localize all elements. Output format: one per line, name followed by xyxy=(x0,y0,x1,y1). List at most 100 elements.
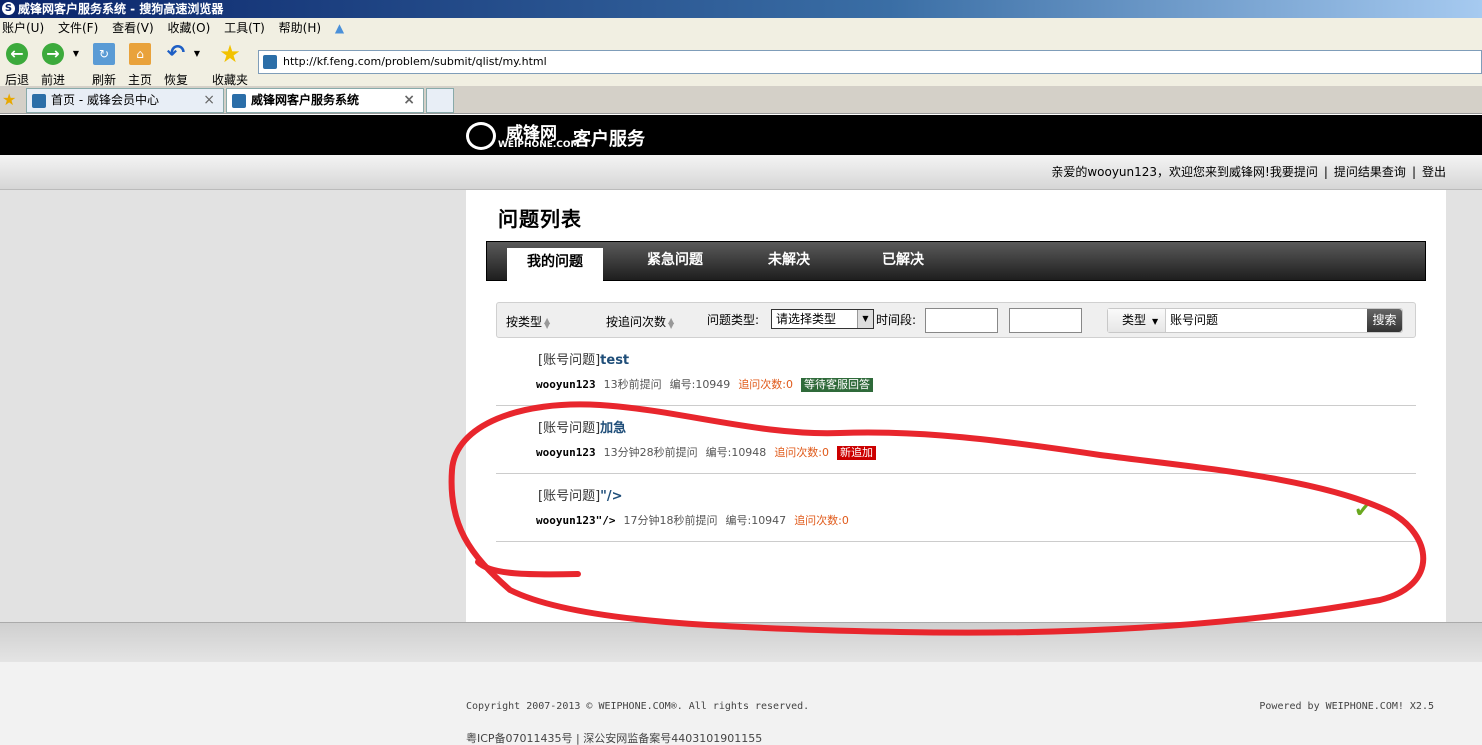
question-user: wooyun123 xyxy=(536,446,596,459)
sort-arrows-icon: ▲ ▼ xyxy=(544,315,551,330)
window-title: 威锋网客户服务系统 - 搜狗高速浏览器 xyxy=(18,2,224,16)
tab-urgent[interactable]: 紧急问题 xyxy=(627,242,723,282)
powered-by: Powered by WEIPHONE.COM! X2.5 xyxy=(1259,701,1434,712)
menu-favorites[interactable]: 收藏(O) xyxy=(168,21,211,35)
back-arrow-icon: ← xyxy=(6,43,28,65)
menu-help[interactable]: 帮助(H) xyxy=(279,21,321,35)
search-button[interactable]: 搜索 xyxy=(1367,309,1402,332)
question-title[interactable]: [账号问题]"/> xyxy=(538,485,623,504)
back-button[interactable]: ← 后退 xyxy=(4,43,30,88)
menu-file[interactable]: 文件(F) xyxy=(58,21,98,35)
page-background-right xyxy=(1446,190,1482,622)
end-date-input[interactable] xyxy=(1009,308,1082,333)
question-title-text[interactable]: test xyxy=(600,353,629,368)
question-meta: wooyun123 13秒前提问 编号:10949 追问次数:0 等待客服回答 xyxy=(536,376,874,392)
tab-my-questions[interactable]: 我的问题 xyxy=(507,248,603,282)
resolved-check-icon: ✔ xyxy=(1354,498,1373,523)
page-title: 问题列表 xyxy=(498,207,582,231)
new-tab-button[interactable] xyxy=(426,88,454,113)
ask-question-link[interactable]: 我要提问 xyxy=(1270,165,1318,179)
sort-by-type[interactable]: 按类型 ▲ ▼ xyxy=(506,313,550,330)
question-title-text[interactable]: "/> xyxy=(600,489,622,504)
restore-dropdown-icon[interactable]: ▼ xyxy=(192,49,202,58)
welcome-text: 亲爱的wooyun123，欢迎您来到威锋网! xyxy=(1051,165,1270,179)
question-item: [账号问题]"/> wooyun123"/> 17分钟18秒前提问 编号:10947… xyxy=(496,474,1416,542)
question-item: [账号问题]test wooyun123 13秒前提问 编号:10949 追问次数:0… xyxy=(496,338,1416,406)
status-badge: 等待客服回答 xyxy=(801,378,874,392)
close-icon[interactable]: × xyxy=(203,89,215,112)
search-box: 类型 ▼ 账号问题 搜索 xyxy=(1107,308,1403,333)
question-tag: [账号问题] xyxy=(538,421,601,436)
brand-service: 客户服务 xyxy=(573,129,645,150)
question-user: wooyun123"/> xyxy=(536,514,616,527)
sort-type-label: 按类型 xyxy=(506,315,543,329)
browser-toolbar: ← 后退 → 前进 ▼ ↻ 刷新 ⌂ 主页 ↶ 恢复 ▼ ★ 收藏夹 http:… xyxy=(0,39,1482,88)
user-bar: 亲爱的wooyun123，欢迎您来到威锋网!我要提问 | 提问结果查询 | 登出 xyxy=(0,155,1482,190)
sort-count-label: 按追问次数 xyxy=(606,315,667,329)
followup-count: 追问次数:0 xyxy=(794,514,849,527)
address-url: http://kf.feng.com/problem/submit/qlist/… xyxy=(283,55,547,68)
sort-arrows-icon: ▲ ▼ xyxy=(668,315,675,330)
brand-en: WEIPHONE.COM xyxy=(498,140,580,150)
forward-arrow-icon: → xyxy=(42,43,64,65)
tab-resolved[interactable]: 已解决 xyxy=(855,242,951,282)
tab-member-center[interactable]: 首页 - 威锋会员中心 × xyxy=(26,88,224,113)
close-icon[interactable]: × xyxy=(403,89,415,112)
question-id: 编号:10949 xyxy=(669,378,731,391)
home-button[interactable]: ⌂ 主页 xyxy=(126,43,154,88)
followup-count: 追问次数:0 xyxy=(738,378,794,391)
home-icon: ⌂ xyxy=(129,43,151,65)
separator: | xyxy=(1323,165,1328,179)
footer-divider-bar xyxy=(0,622,1482,662)
question-tag: [账号问题] xyxy=(538,489,601,504)
forward-button[interactable]: → 前进 xyxy=(39,43,67,88)
page-background-left xyxy=(0,190,466,622)
search-input[interactable]: 账号问题 xyxy=(1170,309,1366,332)
main-content: 问题列表 我的问题 紧急问题 未解决 已解决 按类型 ▲ ▼ 按追问次数 ▲ ▼ 问题类… xyxy=(466,190,1446,622)
type-select[interactable]: 请选择类型 ▼ xyxy=(771,309,874,329)
question-id: 编号:10947 xyxy=(725,514,787,527)
refresh-button[interactable]: ↻ 刷新 xyxy=(90,43,118,88)
type-label: 问题类型: xyxy=(707,313,760,327)
start-date-input[interactable] xyxy=(925,308,998,333)
question-time: 17分钟18秒前提问 xyxy=(623,514,718,527)
question-title-text[interactable]: 加急 xyxy=(600,421,626,436)
refresh-icon: ↻ xyxy=(93,43,115,65)
question-title[interactable]: [账号问题]加急 xyxy=(538,417,626,436)
sort-by-count[interactable]: 按追问次数 ▲ ▼ xyxy=(606,313,674,330)
site-favicon xyxy=(263,55,277,69)
menu-account[interactable]: 账户(U) xyxy=(2,21,44,35)
separator: | xyxy=(1411,165,1416,179)
logout-link[interactable]: 登出 xyxy=(1422,165,1446,179)
chevron-down-icon: ▼ xyxy=(1152,317,1159,326)
question-tag: [账号问题] xyxy=(538,353,601,368)
menu-tools[interactable]: 工具(T) xyxy=(224,21,265,35)
window-title-bar: S 威锋网客户服务系统 - 搜狗高速浏览器 xyxy=(0,0,1482,18)
undo-icon: ↶ xyxy=(166,41,186,66)
shirt-icon[interactable]: ▲ xyxy=(335,21,344,35)
chevron-down-icon: ▼ xyxy=(857,310,873,328)
favorite-star-icon[interactable]: ★ xyxy=(2,90,16,109)
copyright: Copyright 2007-2013 © WEIPHONE.COM®. All… xyxy=(466,701,810,712)
tab-unresolved[interactable]: 未解决 xyxy=(741,242,837,282)
query-results-link[interactable]: 提问结果查询 xyxy=(1334,165,1406,179)
address-bar[interactable]: http://kf.feng.com/problem/submit/qlist/… xyxy=(258,50,1482,74)
time-label: 时间段: xyxy=(876,313,917,327)
question-time: 13分钟28秒前提问 xyxy=(603,446,698,459)
menu-view[interactable]: 查看(V) xyxy=(112,21,154,35)
forward-dropdown-icon[interactable]: ▼ xyxy=(70,49,82,58)
search-type-dropdown[interactable]: 类型 ▼ xyxy=(1108,309,1166,332)
star-icon: ★ xyxy=(219,40,241,68)
tab-strip: ★ 首页 - 威锋会员中心 × 威锋网客户服务系统 × xyxy=(0,86,1482,114)
question-title[interactable]: [账号问题]test xyxy=(538,349,629,368)
restore-button[interactable]: ↶ 恢复 xyxy=(162,43,190,88)
question-item: [账号问题]加急 wooyun123 13分钟28秒前提问 编号:10948 追问次数… xyxy=(496,406,1416,474)
question-id: 编号:10948 xyxy=(705,446,767,459)
icp-record[interactable]: 粤ICP备07011435号 | 深公安网监备案号4403101901155 xyxy=(466,730,762,745)
tab-customer-service[interactable]: 威锋网客户服务系统 × xyxy=(226,88,424,113)
menu-bar: 账户(U) 文件(F) 查看(V) 收藏(O) 工具(T) 帮助(H) ▲ xyxy=(0,18,1482,39)
favorites-button[interactable]: ★ 收藏夹 xyxy=(210,40,250,88)
question-tabs: 我的问题 紧急问题 未解决 已解决 xyxy=(486,241,1426,282)
tab-favicon xyxy=(32,94,46,108)
tab-favicon xyxy=(232,94,246,108)
